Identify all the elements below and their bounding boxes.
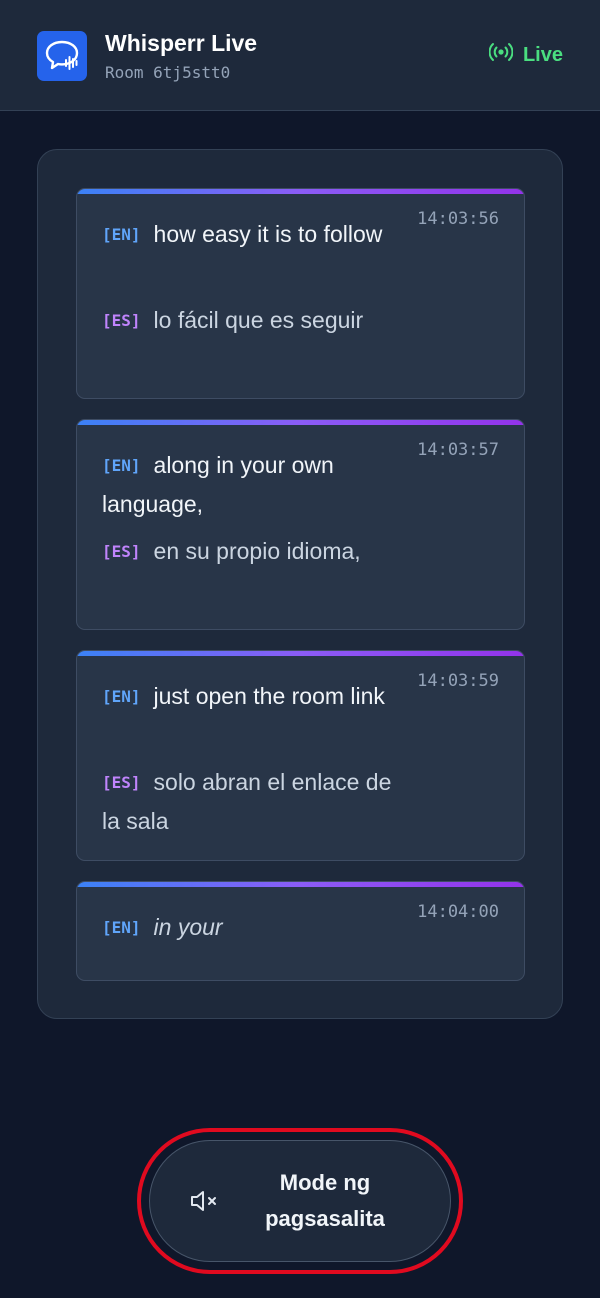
card-accent-bar	[77, 420, 524, 425]
english-text-partial: in your	[153, 914, 223, 940]
transcript-entry-partial: 14:04:00 [EN] in your	[76, 881, 525, 981]
english-line: [EN] along in your own language,	[102, 447, 392, 522]
card-accent-bar	[77, 882, 524, 887]
room-id-label: Room 6tj5stt0	[105, 63, 231, 82]
spanish-tag: [ES]	[102, 311, 141, 330]
chat-bubble-waveform-icon	[37, 31, 87, 81]
transcript-entry: 14:03:56 [EN] how easy it is to follow [E…	[76, 188, 525, 399]
speaker-muted-icon	[188, 1187, 222, 1215]
english-tag: [EN]	[102, 918, 141, 937]
english-line: [EN] how easy it is to follow	[102, 216, 392, 255]
transcript-entry: 14:03:59 [EN] just open the room link [ES…	[76, 650, 525, 861]
entry-timestamp: 14:03:59	[417, 671, 499, 691]
spanish-tag: [ES]	[102, 542, 141, 561]
card-accent-bar	[77, 651, 524, 656]
live-status-label: Live	[522, 43, 563, 66]
entry-timestamp: 14:03:56	[417, 209, 499, 229]
entry-timestamp: 14:03:57	[417, 440, 499, 460]
english-text: just open the room link	[153, 683, 385, 709]
english-line: [EN] in your	[102, 909, 392, 948]
broadcast-icon	[488, 42, 514, 68]
spanish-line: [ES] solo abran el enlace de la sala	[102, 764, 392, 839]
speech-mode-label: Mode ng pagsasalita	[265, 1170, 385, 1231]
transcript-panel[interactable]: 14:03:56 [EN] how easy it is to follow [E…	[37, 149, 563, 1019]
spanish-line: [ES] lo fácil que es seguir	[102, 302, 392, 341]
spanish-text: en su propio idioma,	[153, 538, 361, 564]
card-accent-bar	[77, 189, 524, 194]
live-status-indicator: Live	[488, 42, 563, 68]
app-title: Whisperr Live	[105, 30, 258, 56]
spanish-text: lo fácil que es seguir	[153, 307, 364, 333]
english-tag: [EN]	[102, 456, 141, 475]
english-text: how easy it is to follow	[153, 221, 383, 247]
english-line: [EN] just open the room link	[102, 678, 392, 717]
english-tag: [EN]	[102, 687, 141, 706]
entry-timestamp: 14:04:00	[417, 902, 499, 922]
english-tag: [EN]	[102, 225, 141, 244]
spanish-tag: [ES]	[102, 773, 141, 792]
spanish-line: [ES] en su propio idioma,	[102, 533, 392, 572]
spanish-text: solo abran el enlace de la sala	[102, 769, 392, 834]
transcript-entry: 14:03:57 [EN] along in your own language,…	[76, 419, 525, 630]
app-header: Whisperr Live Room 6tj5stt0 Live	[0, 0, 600, 111]
speech-mode-button[interactable]: Mode ng pagsasalita	[149, 1140, 451, 1262]
